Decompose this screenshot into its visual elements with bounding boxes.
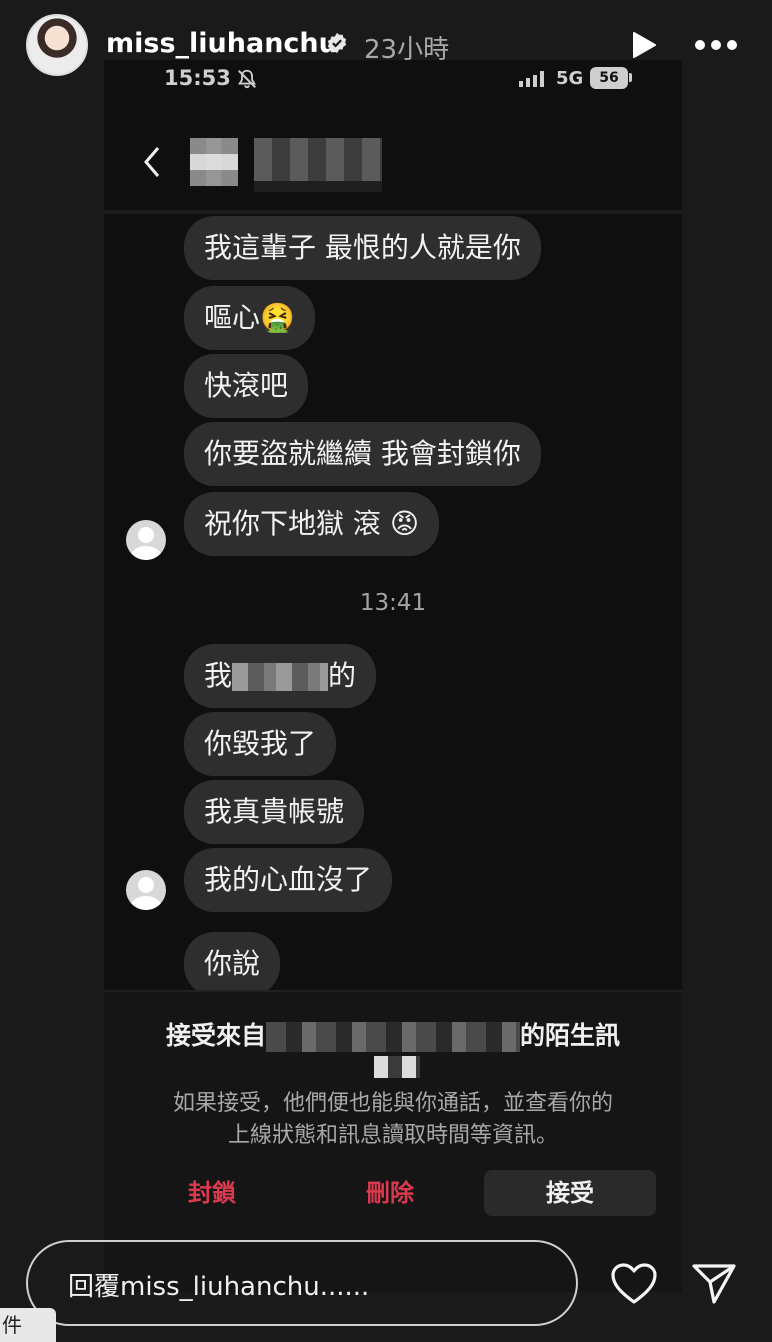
message-bubble: 祝你下地獄 滾 😡 bbox=[184, 492, 440, 556]
message-bubble: 我的 bbox=[184, 644, 377, 708]
message-text: 我 bbox=[204, 659, 233, 692]
message-text: 嘔心 bbox=[204, 301, 261, 334]
message-bubble: 嘔心🤮 bbox=[184, 286, 315, 350]
request-title-suffix: 的陌生訊 bbox=[520, 1021, 621, 1050]
message-text: 祝你下地獄 滾 bbox=[204, 507, 381, 540]
message-text: 的 bbox=[328, 659, 357, 692]
pixelated-sender-name-tail bbox=[374, 1056, 420, 1078]
message-bubble: 我這輩子 最恨的人就是你 bbox=[184, 216, 541, 280]
request-title: 接受來自 的陌生訊 bbox=[104, 1016, 682, 1052]
message-bubble: 快滾吧 bbox=[184, 354, 309, 418]
reply-input[interactable]: 回覆miss_liuhanchu...... bbox=[26, 1240, 578, 1326]
heart-icon[interactable] bbox=[610, 1262, 658, 1306]
request-description: 如果接受，他們便也能與你通話，並查看你的 上線狀態和訊息讀取時間等資訊。 bbox=[132, 1088, 654, 1152]
send-icon[interactable] bbox=[690, 1260, 738, 1308]
sender-avatar-icon[interactable] bbox=[126, 870, 166, 910]
pixelated-avatar bbox=[190, 138, 238, 186]
message-text: 我的心血沒了 bbox=[204, 863, 373, 896]
corner-label: 件 bbox=[0, 1308, 56, 1342]
pixelated-username bbox=[254, 138, 382, 192]
message-bubble: 你毀我了 bbox=[184, 712, 337, 776]
vomit-emoji-icon: 🤮 bbox=[260, 301, 295, 334]
bell-off-icon bbox=[238, 69, 256, 89]
pixelated-text bbox=[232, 663, 329, 691]
message-bubble: 你要盜就繼續 我會封鎖你 bbox=[184, 422, 541, 486]
sender-avatar-icon[interactable] bbox=[126, 520, 166, 560]
message-text: 你毀我了 bbox=[204, 727, 317, 760]
chat-timestamp: 13:41 bbox=[359, 590, 427, 616]
request-description-line: 如果接受，他們便也能與你通話，並查看你的 bbox=[172, 1091, 613, 1116]
status-time: 15:53 bbox=[164, 66, 231, 90]
message-text: 你說 bbox=[204, 947, 261, 980]
angry-emoji-icon: 😡 bbox=[389, 507, 420, 540]
reply-placeholder: 回覆miss_liuhanchu...... bbox=[68, 1272, 370, 1302]
accept-button[interactable]: 接受 bbox=[484, 1170, 656, 1216]
network-type: 5G bbox=[556, 68, 584, 89]
request-description-line: 上線狀態和訊息讀取時間等資訊。 bbox=[227, 1123, 558, 1148]
message-bubble: 你說 bbox=[184, 932, 281, 996]
message-text: 我這輩子 最恨的人就是你 bbox=[204, 231, 521, 264]
message-bubble: 我真貴帳號 bbox=[184, 780, 365, 844]
screenshot-content: 15:53 5G 56 我這輩子 最恨的人就是你 嘔心🤮 快滾吧 你要盜就繼續 … bbox=[104, 60, 682, 1292]
message-text: 快滾吧 bbox=[204, 369, 289, 402]
verified-badge-icon bbox=[327, 32, 347, 54]
signal-icon bbox=[519, 71, 544, 87]
request-title-prefix: 接受來自 bbox=[165, 1021, 266, 1050]
header-divider bbox=[104, 210, 682, 214]
more-icon[interactable] bbox=[694, 34, 738, 56]
battery-indicator: 56 bbox=[590, 67, 628, 89]
pixelated-sender-name bbox=[266, 1022, 520, 1052]
back-chevron-icon[interactable] bbox=[140, 144, 164, 180]
story-username[interactable]: miss_liuhanchu bbox=[106, 28, 338, 59]
profile-avatar[interactable] bbox=[26, 14, 88, 76]
message-text: 我真貴帳號 bbox=[204, 795, 345, 828]
block-button[interactable]: 封鎖 bbox=[132, 1170, 292, 1216]
play-icon[interactable] bbox=[628, 30, 658, 60]
message-bubble: 我的心血沒了 bbox=[184, 848, 393, 912]
delete-button[interactable]: 刪除 bbox=[310, 1170, 470, 1216]
message-text: 你要盜就繼續 我會封鎖你 bbox=[204, 437, 521, 470]
battery-tip bbox=[629, 73, 632, 82]
